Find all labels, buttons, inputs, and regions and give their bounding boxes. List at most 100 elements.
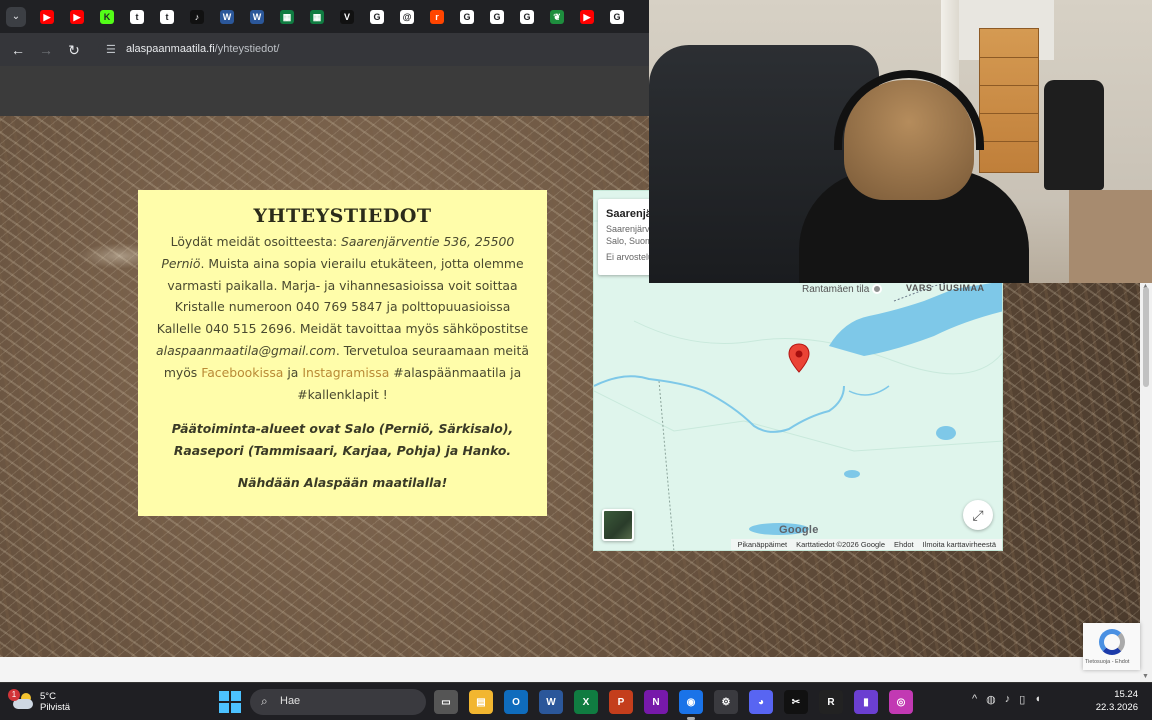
keyboard-shortcuts-link[interactable]: Pikanäppäimet [737,539,787,550]
poi-label[interactable]: Rantamäen tila [802,284,883,295]
page-scrollbar[interactable]: ▲ ▼ [1140,283,1152,682]
tiktok-icon: t [160,10,174,24]
clock-time: 15.24 [1114,689,1138,700]
browser-tab[interactable]: G [482,6,512,28]
weather-badge: 1 [8,689,20,701]
contact-text-1: . Muista aina sopia vierailu etukäteen, … [156,255,529,337]
sheets-icon: ▦ [280,10,294,24]
network-icon[interactable]: ◍ [986,693,996,711]
browser-tab[interactable]: W [242,6,272,28]
map-data-attribution: Karttatiedot ©2026 Google [796,540,886,549]
browser-tab[interactable]: ▦ [272,6,302,28]
report-map-error-link[interactable]: Ilmoita karttavirheestä [923,539,996,550]
rider-icon[interactable]: R [819,690,843,714]
system-tray: ^ ◍ ♪ ▯ ◖ [972,693,1041,711]
terms-link[interactable]: Ehdot [894,539,914,550]
browser-tab[interactable]: t [122,6,152,28]
scroll-down-icon[interactable]: ▼ [1142,673,1149,680]
browser-tab[interactable]: V [332,6,362,28]
scrollbar-thumb[interactable] [1143,287,1149,387]
address-bar[interactable]: ☰ alaspaanmaatila.fi/yhteystiedot/ [98,38,658,62]
forward-arrow-icon[interactable]: → [36,40,56,60]
facebook-link[interactable]: Facebookissa [201,365,283,380]
service-areas-text: Päätoiminta-alueet ovat Salo (Perniö, Sä… [171,421,514,459]
browser-tab[interactable]: r [422,6,452,28]
browser-tab[interactable]: ▦ [302,6,332,28]
powerpoint-icon[interactable]: P [609,690,633,714]
webcam-drawer-cabinet [979,28,1039,173]
browser-tab[interactable]: t [152,6,182,28]
browser-toolbar: ← → ↻ ☰ alaspaanmaatila.fi/yhteystiedot/ [0,33,658,66]
webcam-floor [1069,190,1152,283]
onenote-glyph: N [652,696,660,708]
chrome-glyph: ◉ [686,696,696,708]
volume-icon[interactable]: ◖ [1034,693,1041,711]
capcut-glyph: ✂ [791,696,801,708]
browser-tab[interactable]: W [212,6,242,28]
youtube-icon: ▶ [580,10,594,24]
settings-icon[interactable]: ⚙ [714,690,738,714]
vercel-icon: V [340,10,354,24]
tab-search-menu-icon[interactable]: ⌄ [6,7,26,27]
app-icon[interactable]: ▮ [854,690,878,714]
tray-chevron-icon[interactable]: ^ [972,693,977,711]
app-glyph: ▮ [863,696,869,708]
recaptcha-badge[interactable]: Tietosuoja - Ehdot [1083,623,1140,670]
browser-tab[interactable]: G [452,6,482,28]
outlook-icon[interactable]: O [504,690,528,714]
battery-icon[interactable]: ▯ [1019,693,1025,711]
site-info-icon[interactable]: ☰ [106,43,120,57]
task-view-icon[interactable]: ▭ [434,690,458,714]
microphone-icon[interactable]: ♪ [1005,693,1011,711]
youtube-icon: ▶ [40,10,54,24]
browser-tab-bar: ⌄ ▶ ▶ Kt t ♪ W W ▦ ▦ V G @ r G G G ❦ ▶ G [0,0,649,33]
map-pin-icon[interactable] [788,343,810,373]
pinned-apps: ▭ ▤ O W X P N ◉ ⚙ ◕ ✂ R ▮ ◎ [434,690,913,720]
browser-tab[interactable]: G [362,6,392,28]
file-explorer-icon[interactable]: ▤ [469,690,493,714]
url-text[interactable]: alaspaanmaatila.fi/yhteystiedot/ [126,43,280,55]
weather-widget[interactable]: 1 5°C Pilvistä [8,688,70,716]
taskbar-search-box[interactable]: ⌕ Hae [250,689,426,715]
page-footer-strip [0,657,1140,682]
onenote-icon[interactable]: N [644,690,668,714]
start-button[interactable] [219,691,241,713]
browser-tab[interactable]: ▶ [32,6,62,28]
url-domain: alaspaanmaatila.fi [126,43,215,55]
back-arrow-icon[interactable]: ← [8,40,28,60]
browser-tab[interactable]: ▶ [572,6,602,28]
google-logo: Google [779,524,819,536]
google-icon: G [460,10,474,24]
excel-icon[interactable]: X [574,690,598,714]
browser-tab[interactable]: ▶ [62,6,92,28]
fullscreen-icon[interactable]: ⤢ [963,500,993,530]
google-icon: G [610,10,624,24]
capcut-icon[interactable]: ✂ [784,690,808,714]
chrome-icon[interactable]: ◉ [679,690,703,720]
satellite-view-toggle[interactable] [602,509,634,541]
word-icon[interactable]: W [539,690,563,714]
browser-tab[interactable]: ♪ [182,6,212,28]
browser-tab[interactable]: @ [392,6,422,28]
map-footer: Pikanäppäimet Karttatiedot ©2026 Google … [731,539,1002,550]
recaptcha-links[interactable]: Tietosuoja - Ehdot [1085,659,1129,665]
discord-icon[interactable]: ◕ [749,690,773,714]
page-header-strip [0,66,649,116]
google-icon: G [490,10,504,24]
contact-and: ja [283,364,303,380]
contact-body: Löydät meidät osoitteesta: Saarenjärvent… [153,231,532,405]
reload-icon[interactable]: ↻ [64,40,84,60]
browser-tab[interactable]: ❦ [542,6,572,28]
photo-app-icon[interactable]: ◎ [889,690,913,714]
file-explorer-glyph: ▤ [476,696,486,708]
search-icon: ⌕ [261,694,268,708]
instagram-link[interactable]: Instagramissa [302,365,389,380]
system-clock[interactable]: 15.24 22.3.2026 [1090,688,1138,714]
closing-text: Nähdään Alaspään maatilalla! [237,474,448,490]
browser-tab[interactable]: G [512,6,542,28]
browser-tab[interactable]: K [92,6,122,28]
settings-glyph: ⚙ [721,696,731,708]
browser-tab[interactable]: G [602,6,632,28]
youtube-icon: ▶ [70,10,84,24]
task-view-glyph: ▭ [441,696,451,708]
